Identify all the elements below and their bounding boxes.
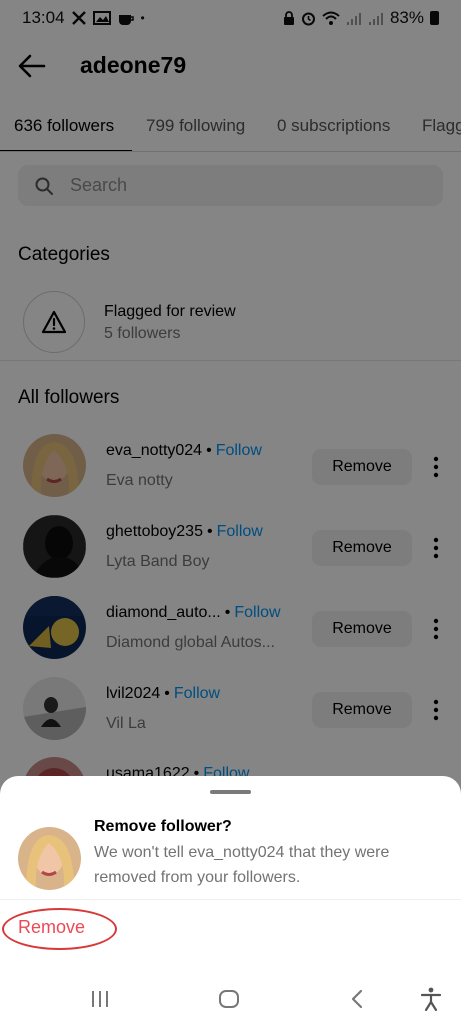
home-icon[interactable]	[216, 986, 242, 1012]
sheet-avatar	[18, 827, 81, 890]
system-nav-bar	[0, 972, 461, 1024]
sheet-title: Remove follower?	[94, 818, 232, 835]
accessibility-icon[interactable]	[418, 986, 444, 1012]
sheet-message: We won't tell eva_notty024 that they wer…	[94, 844, 390, 886]
divider	[0, 899, 461, 900]
back-nav-icon[interactable]	[345, 986, 371, 1012]
confirm-remove-button[interactable]: Remove	[18, 917, 85, 938]
recent-apps-icon[interactable]	[87, 986, 113, 1012]
sheet-drag-handle[interactable]	[210, 790, 251, 794]
